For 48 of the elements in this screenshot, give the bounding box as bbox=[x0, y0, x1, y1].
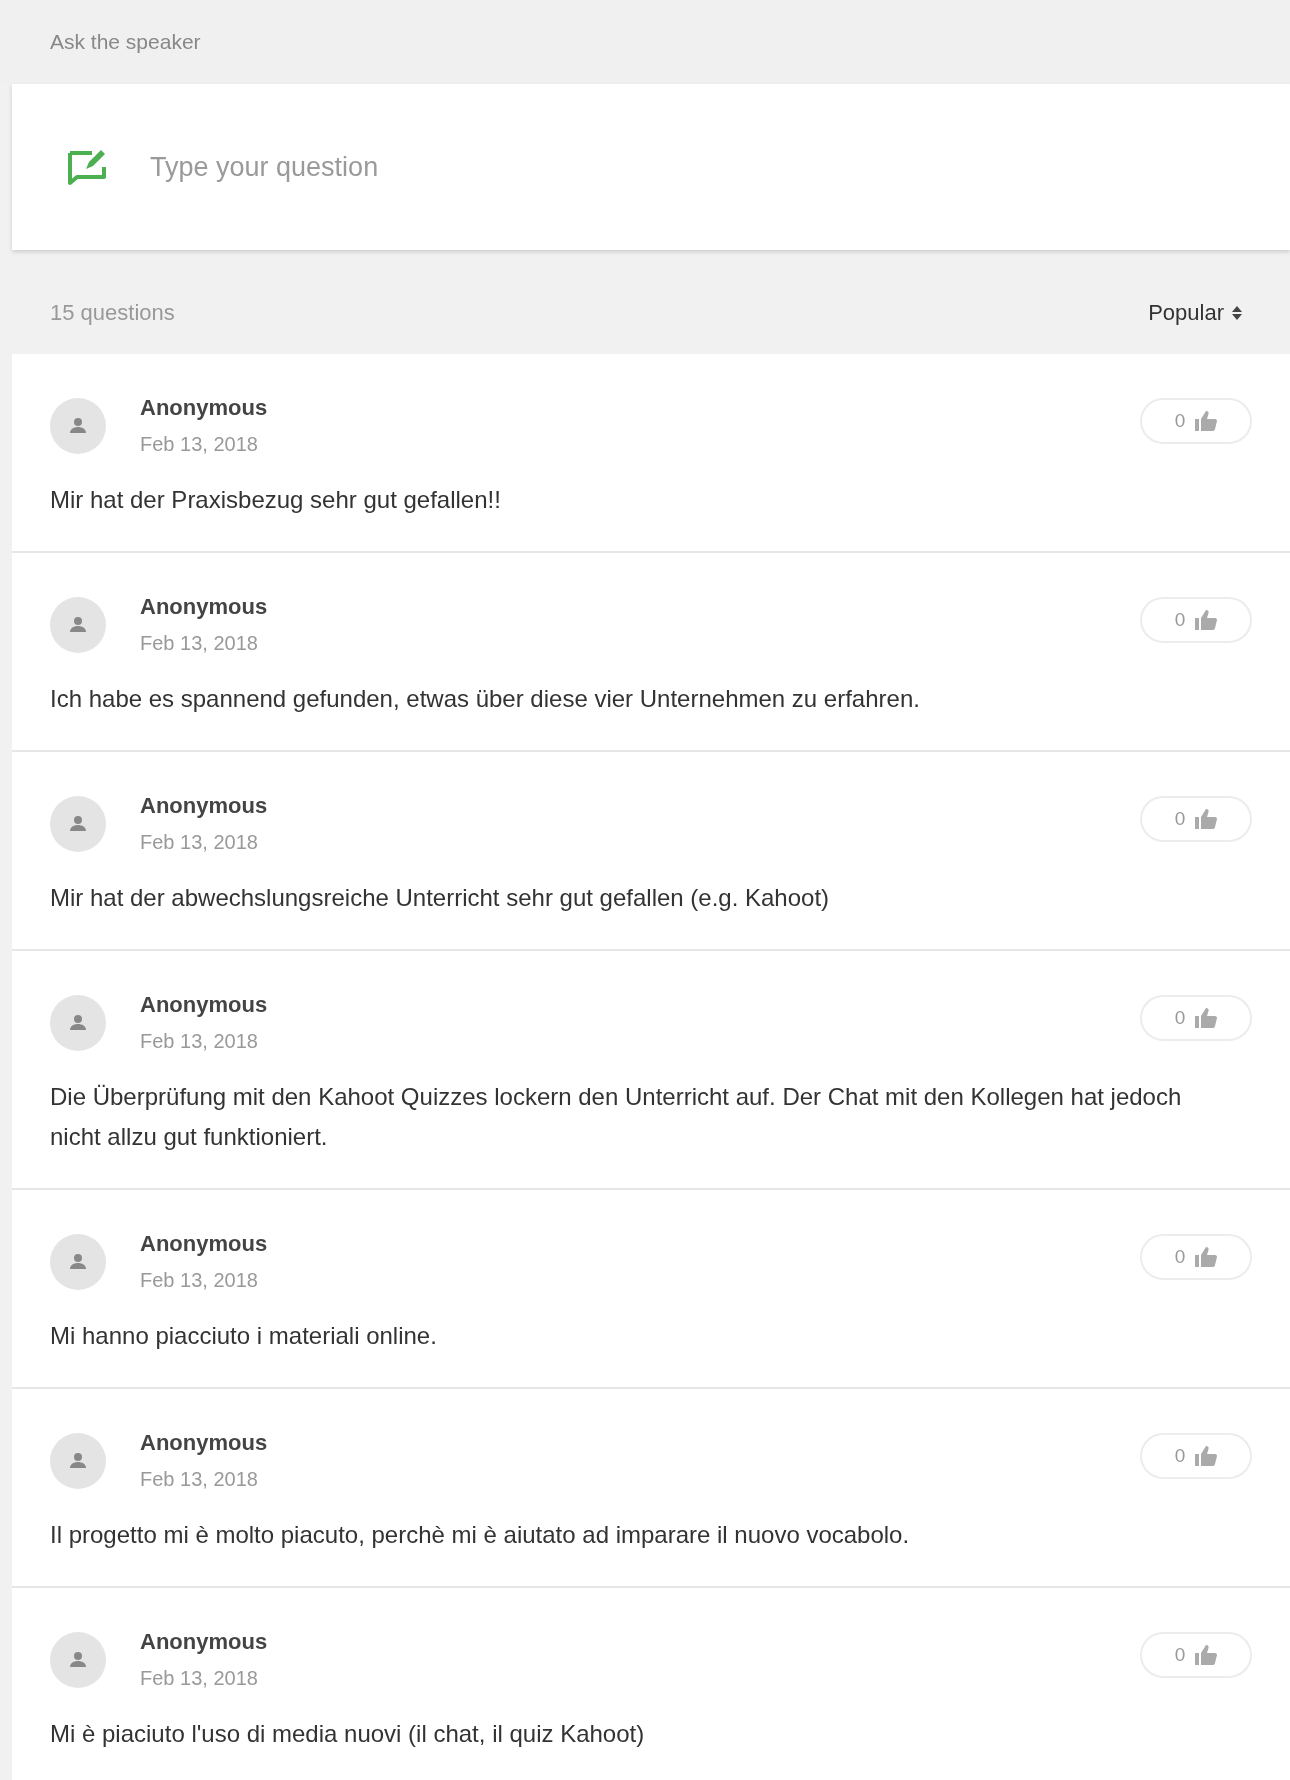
like-button[interactable]: 0 bbox=[1140, 995, 1252, 1041]
avatar-icon bbox=[50, 1234, 106, 1290]
like-button[interactable]: 0 bbox=[1140, 597, 1252, 643]
like-button[interactable]: 0 bbox=[1140, 796, 1252, 842]
question-date: Feb 13, 2018 bbox=[140, 1029, 259, 1054]
sort-button[interactable]: Popular bbox=[1148, 300, 1242, 326]
avatar-icon bbox=[50, 995, 106, 1051]
question-text: Mi è piaciuto l'uso di media nuovi (il chat, il quiz Kahoot) bbox=[50, 1719, 646, 1749]
question-date: Feb 13, 2018 bbox=[140, 1268, 259, 1293]
avatar-icon bbox=[50, 796, 106, 852]
author-name: Anonymous bbox=[140, 792, 269, 820]
compose-icon bbox=[66, 147, 108, 187]
question-text: Mir hat der Praxisbezug sehr gut gefallen!! bbox=[50, 485, 502, 515]
thumbs-up-icon bbox=[1195, 1446, 1218, 1466]
question-text: Die Überprüfung mit den Kahoot Quizzes lockern den Unterricht auf. Der Chat mit den Kollegen hat jedoch nicht allzu gut funktioniert. bbox=[50, 1082, 1183, 1152]
author-name: Anonymous bbox=[140, 991, 269, 1019]
like-button[interactable]: 0 bbox=[1140, 398, 1252, 444]
question-date: Feb 13, 2018 bbox=[140, 1467, 259, 1492]
author-name: Anonymous bbox=[140, 1230, 269, 1258]
question-text: Ich habe es spannend gefunden, etwas über diese vier Unternehmen zu erfahren. bbox=[50, 684, 921, 714]
like-button[interactable]: 0 bbox=[1140, 1632, 1252, 1678]
author-name: Anonymous bbox=[140, 1429, 269, 1457]
thumbs-up-icon bbox=[1195, 411, 1218, 431]
question-count: 15 questions bbox=[50, 299, 175, 327]
author-name: Anonymous bbox=[140, 593, 269, 621]
like-button[interactable]: 0 bbox=[1140, 1234, 1252, 1280]
thumbs-up-icon bbox=[1195, 1008, 1218, 1028]
sort-icon bbox=[1232, 306, 1242, 320]
avatar-icon bbox=[50, 597, 106, 653]
like-button[interactable]: 0 bbox=[1140, 1433, 1252, 1479]
question-text: Il progetto mi è molto piacuto, perchè mi è aiutato ad imparare il nuovo vocabolo. bbox=[50, 1520, 911, 1550]
question-field[interactable]: Type your question bbox=[148, 150, 1290, 184]
section-title: Ask the speaker bbox=[50, 30, 201, 53]
avatar-icon bbox=[50, 1433, 106, 1489]
thumbs-up-icon bbox=[1195, 1247, 1218, 1267]
question-date: Feb 13, 2018 bbox=[140, 1666, 259, 1691]
avatar-icon bbox=[50, 398, 106, 454]
question-text: Mi hanno piacciuto i materiali online. bbox=[50, 1321, 438, 1351]
question-date: Feb 13, 2018 bbox=[140, 631, 259, 656]
question-date: Feb 13, 2018 bbox=[140, 432, 259, 457]
thumbs-up-icon bbox=[1195, 610, 1218, 630]
question-text: Mir hat der abwechslungsreiche Unterricht sehr gut gefallen (e.g. Kahoot) bbox=[50, 883, 831, 913]
author-name: Anonymous bbox=[140, 394, 269, 422]
avatar-icon bbox=[50, 1632, 106, 1688]
thumbs-up-icon bbox=[1195, 809, 1218, 829]
author-name: Anonymous bbox=[140, 1628, 269, 1656]
question-date: Feb 13, 2018 bbox=[140, 830, 259, 855]
thumbs-up-icon bbox=[1195, 1645, 1218, 1665]
